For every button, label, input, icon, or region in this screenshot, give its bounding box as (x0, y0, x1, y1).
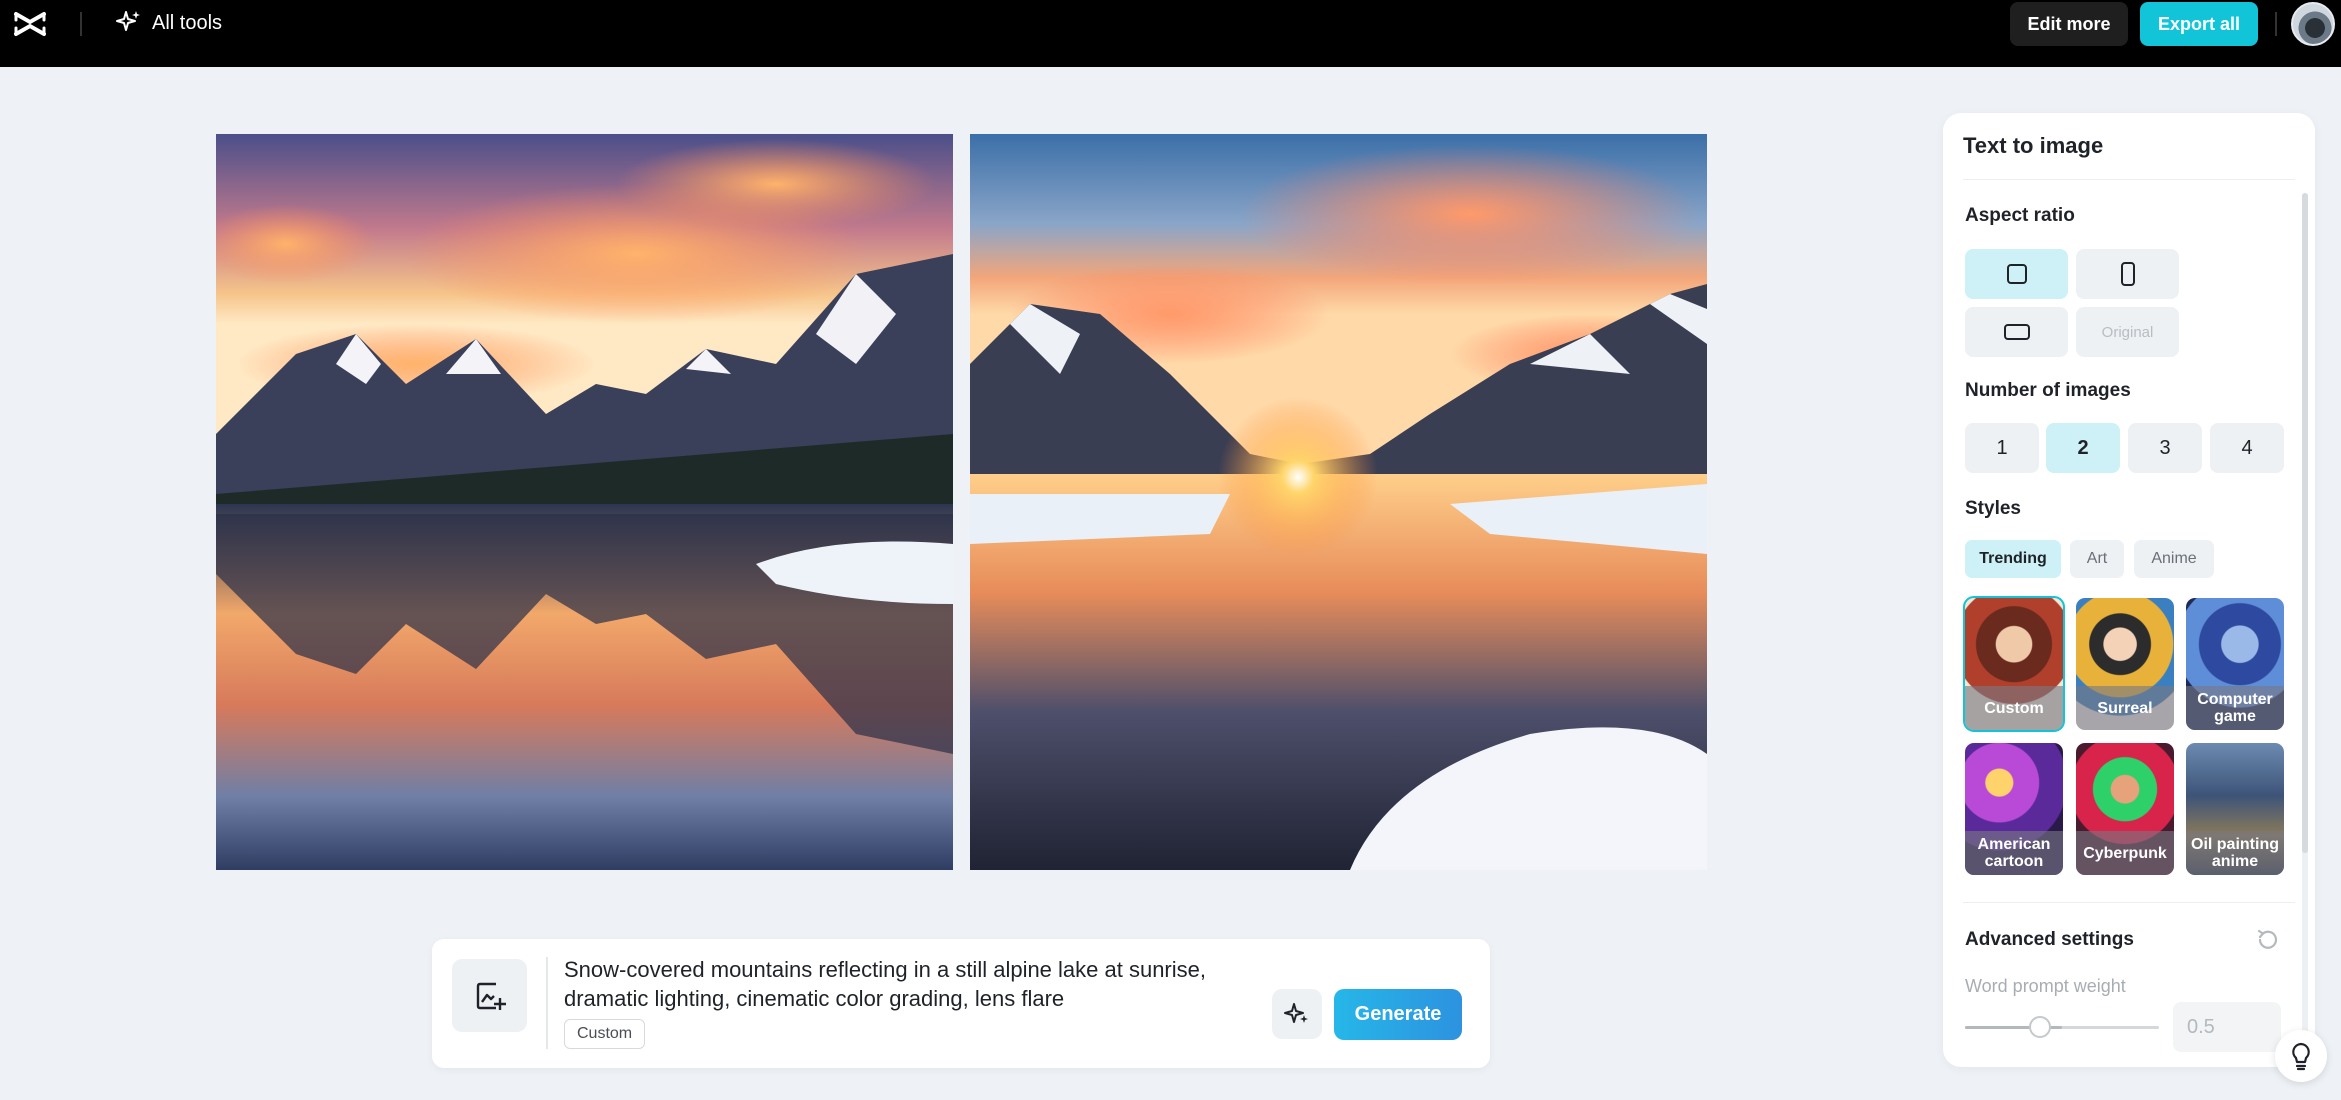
aspect-ratio-original-button[interactable]: Original (2076, 307, 2179, 357)
image-add-icon (476, 982, 506, 1010)
generated-image-2[interactable] (970, 134, 1707, 870)
top-bar: All tools Edit more Export all (0, 0, 2341, 67)
text-to-image-panel: Text to image Aspect ratio Original Numb… (1943, 113, 2315, 1067)
panel-divider (1963, 179, 2295, 180)
reference-image-button[interactable] (452, 959, 527, 1032)
export-all-button[interactable]: Export all (2140, 2, 2258, 46)
style-card-custom[interactable]: Custom (1963, 596, 2065, 732)
styles-label: Styles (1965, 498, 2021, 519)
style-card-surreal[interactable]: Surreal (2076, 598, 2174, 730)
reset-icon[interactable] (2255, 927, 2281, 953)
sparkle-icon (116, 11, 140, 31)
magic-prompt-button[interactable] (1272, 989, 1322, 1039)
user-avatar[interactable] (2291, 2, 2335, 46)
aspect-ratio-label: Aspect ratio (1965, 205, 2075, 226)
style-card-label: Oil painting anime (2186, 831, 2284, 875)
panel-scrollbar[interactable] (2302, 193, 2308, 1053)
style-card-label: Cyberpunk (2076, 831, 2174, 875)
capcut-logo-icon[interactable] (12, 8, 48, 40)
advanced-settings-label: Advanced settings (1965, 929, 2134, 950)
style-card-computer-game[interactable]: Computer game (2186, 598, 2284, 730)
edit-more-button[interactable]: Edit more (2010, 2, 2128, 46)
square-ratio-icon (2006, 264, 2027, 284)
tab-anime[interactable]: Anime (2134, 540, 2214, 578)
num-images-4-button[interactable]: 4 (2210, 423, 2284, 473)
panel-title: Text to image (1963, 133, 2104, 158)
portrait-ratio-icon (2120, 262, 2135, 286)
header-divider (2275, 12, 2277, 36)
sparkle-icon (1284, 1003, 1308, 1023)
aspect-ratio-square-button[interactable] (1965, 249, 2068, 299)
tab-trending[interactable]: Trending (1965, 540, 2061, 578)
num-images-3-button[interactable]: 3 (2128, 423, 2202, 473)
lightbulb-icon (2292, 1042, 2310, 1071)
all-tools-label: All tools (152, 11, 223, 34)
number-of-images-label: Number of images (1965, 380, 2131, 401)
generate-button[interactable]: Generate (1334, 989, 1462, 1040)
prompt-divider (546, 957, 548, 1049)
generated-image-1[interactable] (216, 134, 953, 870)
style-card-oil-painting-anime[interactable]: Oil painting anime (2186, 743, 2284, 875)
tab-art[interactable]: Art (2070, 540, 2124, 578)
word-prompt-weight-input[interactable]: 0.5 (2173, 1002, 2281, 1052)
all-tools-button[interactable]: All tools (114, 9, 222, 37)
style-card-label: Computer game (2186, 686, 2284, 730)
style-card-label: Surreal (2076, 686, 2174, 730)
style-card-label: American cartoon (1965, 831, 2063, 875)
scrollbar-thumb[interactable] (2302, 193, 2308, 853)
num-images-2-button[interactable]: 2 (2046, 423, 2120, 473)
landscape-ratio-icon (2003, 324, 2030, 340)
num-images-1-button[interactable]: 1 (1965, 423, 2039, 473)
advanced-divider (1963, 902, 2295, 903)
style-tag[interactable]: Custom (564, 1019, 646, 1049)
help-button[interactable] (2275, 1030, 2327, 1082)
prompt-input[interactable]: Snow-covered mountains reflecting in a s… (564, 955, 1254, 1013)
slider-handle[interactable] (2029, 1016, 2051, 1038)
word-prompt-weight-label: Word prompt weight (1965, 976, 2126, 996)
aspect-ratio-portrait-button[interactable] (2076, 249, 2179, 299)
word-prompt-weight-slider[interactable] (1965, 1026, 2159, 1029)
aspect-ratio-landscape-button[interactable] (1965, 307, 2068, 357)
prompt-box: Snow-covered mountains reflecting in a s… (432, 939, 1490, 1068)
header-divider (80, 12, 82, 36)
style-card-cyberpunk[interactable]: Cyberpunk (2076, 743, 2174, 875)
style-card-label: Custom (1965, 686, 2063, 730)
style-card-american-cartoon[interactable]: American cartoon (1965, 743, 2063, 875)
